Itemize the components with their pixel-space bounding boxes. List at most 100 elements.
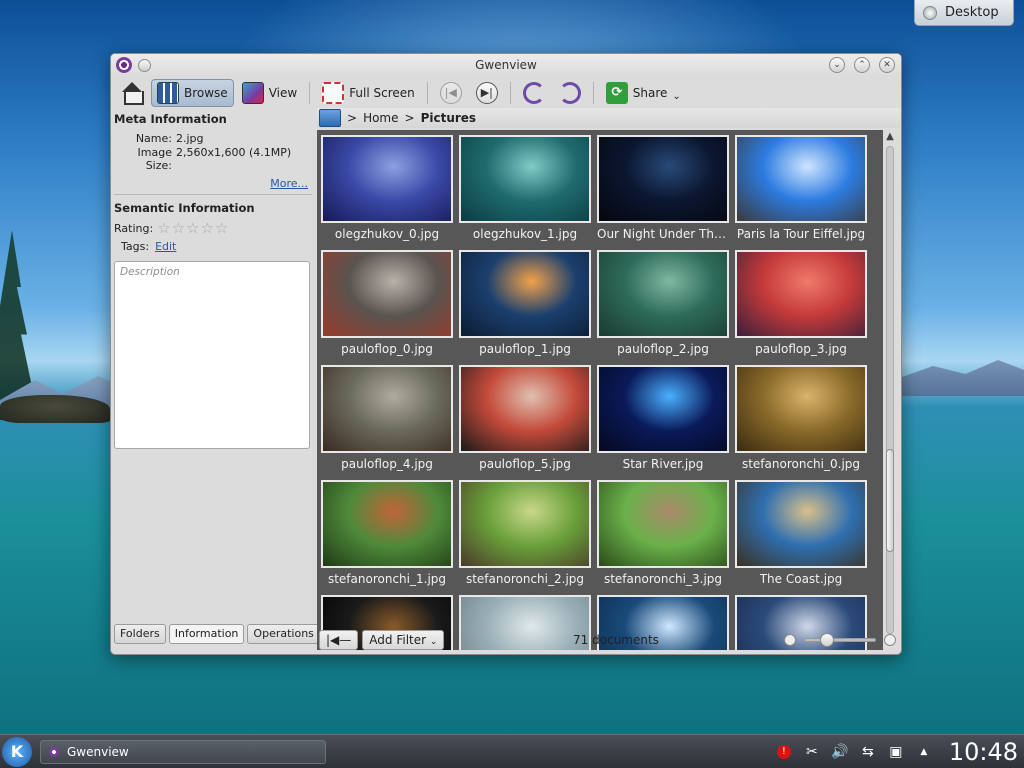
- thumbnail-image[interactable]: [459, 365, 591, 453]
- thumbnail-item[interactable]: stefanoronchi_1.jpg: [321, 480, 453, 595]
- network-icon[interactable]: ⇆: [859, 743, 877, 761]
- toolbar-separator: [426, 82, 428, 104]
- task-gwenview[interactable]: Gwenview: [40, 739, 326, 764]
- thumbnail-item[interactable]: stefanoronchi_3.jpg: [597, 480, 729, 595]
- thumbnail-caption: pauloflop_5.jpg: [479, 457, 571, 471]
- klipper-icon[interactable]: ✂: [803, 743, 821, 761]
- thumbnail-image[interactable]: [735, 135, 867, 223]
- view-icon: [241, 82, 264, 104]
- thumbnail-image[interactable]: [597, 365, 729, 453]
- rating-star-icon[interactable]: ☆: [172, 221, 185, 236]
- tab-operations[interactable]: Operations: [247, 624, 320, 644]
- scroll-track[interactable]: [886, 146, 894, 634]
- thumbnail-picture: [323, 137, 451, 221]
- breadcrumb: > Home > Pictures: [317, 108, 901, 128]
- device-notifier-icon[interactable]: ▣: [887, 743, 905, 761]
- thumbnail-item[interactable]: pauloflop_1.jpg: [459, 250, 591, 365]
- thumbnail-image[interactable]: [321, 135, 453, 223]
- thumbnail-image[interactable]: [321, 480, 453, 568]
- vertical-scrollbar[interactable]: ▲ ▼: [883, 130, 897, 650]
- thumbnail-image[interactable]: [597, 135, 729, 223]
- volume-icon[interactable]: 🔊: [831, 743, 849, 761]
- scroll-thumb[interactable]: [886, 449, 894, 552]
- rating-star-icon[interactable]: ☆: [215, 221, 228, 236]
- thumbnail-picture: [737, 367, 865, 451]
- thumbnail-picture: [323, 482, 451, 566]
- thumbnail-image[interactable]: [735, 250, 867, 338]
- semantic-info-heading: Semantic Information: [114, 201, 255, 215]
- more-link[interactable]: More...: [114, 177, 308, 190]
- thumbnail-caption: pauloflop_1.jpg: [479, 342, 571, 356]
- tab-folders[interactable]: Folders: [114, 624, 166, 644]
- rating-stars[interactable]: ☆ ☆ ☆ ☆ ☆: [157, 221, 228, 236]
- zoom-in-icon[interactable]: [884, 634, 896, 646]
- kickoff-menu-icon[interactable]: K: [2, 736, 32, 767]
- toggle-sidebar-button[interactable]: |◀—: [319, 630, 359, 650]
- thumbnail-item[interactable]: stefanoronchi_2.jpg: [459, 480, 591, 595]
- gwenview-app-icon[interactable]: [116, 57, 132, 73]
- rotate-right-button[interactable]: [553, 79, 587, 107]
- thumbnail-item[interactable]: Our Night Under The...: [597, 135, 729, 250]
- tab-information[interactable]: Information: [168, 624, 245, 644]
- zoom-slider-handle[interactable]: [820, 633, 834, 647]
- desktop-label: Desktop: [945, 5, 999, 20]
- thumbnail-item[interactable]: Paris la Tour Eiffel.jpg: [735, 135, 867, 250]
- thumbnail-image[interactable]: [735, 480, 867, 568]
- desktop-activity-button[interactable]: Desktop: [914, 0, 1014, 26]
- thumbnail-image[interactable]: [459, 480, 591, 568]
- breadcrumb-home[interactable]: Home: [363, 111, 398, 125]
- tray-expand-icon[interactable]: ▲: [915, 743, 933, 761]
- rotate-left-button[interactable]: [517, 79, 551, 107]
- thumbnail-view[interactable]: olegzhukov_0.jpg olegzhukov_1.jpg Our Nigh…: [317, 130, 883, 650]
- thumbnail-item[interactable]: stefanoronchi_0.jpg: [735, 365, 867, 480]
- thumbnail-picture: [737, 137, 865, 221]
- status-bar: |◀— Add Filter ⌄ 71 documents: [317, 628, 901, 652]
- thumbnail-item[interactable]: pauloflop_3.jpg: [735, 250, 867, 365]
- tags-edit-link[interactable]: Edit: [155, 240, 176, 253]
- minimize-button[interactable]: ⌄: [829, 57, 845, 73]
- rotate-right-icon: [558, 82, 581, 104]
- thumbnail-item[interactable]: The Coast.jpg: [735, 480, 867, 595]
- notification-icon[interactable]: !: [775, 743, 793, 761]
- clock[interactable]: 10:48: [949, 738, 1018, 766]
- thumbnail-image[interactable]: [321, 250, 453, 338]
- thumbnail-picture: [599, 252, 727, 336]
- folder-icon[interactable]: [319, 109, 341, 127]
- fullscreen-button[interactable]: Full Screen: [316, 79, 421, 107]
- thumbnail-item[interactable]: pauloflop_4.jpg: [321, 365, 453, 480]
- description-textarea[interactable]: Description: [114, 261, 310, 449]
- thumbnail-item[interactable]: olegzhukov_0.jpg: [321, 135, 453, 250]
- browse-button[interactable]: Browse: [151, 79, 234, 107]
- thumbnail-item[interactable]: pauloflop_0.jpg: [321, 250, 453, 365]
- thumbnail-item[interactable]: pauloflop_2.jpg: [597, 250, 729, 365]
- thumbnail-image[interactable]: [459, 250, 591, 338]
- rating-star-icon[interactable]: ☆: [201, 221, 214, 236]
- thumbnail-image[interactable]: [597, 480, 729, 568]
- thumbnail-item[interactable]: Star River.jpg: [597, 365, 729, 480]
- meta-name-value: 2.jpg: [176, 132, 204, 145]
- zoom-out-icon[interactable]: [784, 634, 796, 646]
- rating-star-icon[interactable]: ☆: [186, 221, 199, 236]
- rating-star-icon[interactable]: ☆: [157, 221, 170, 236]
- title-bar[interactable]: Gwenview ⌄ ⌃ ✕: [111, 54, 901, 76]
- share-dropdown-icon: ⌄: [672, 90, 681, 102]
- add-filter-button[interactable]: Add Filter ⌄: [362, 630, 445, 650]
- thumbnail-image[interactable]: [597, 250, 729, 338]
- pin-icon[interactable]: [138, 58, 151, 72]
- close-button[interactable]: ✕: [879, 57, 895, 73]
- share-button[interactable]: ⟳ Share ⌄: [600, 79, 687, 107]
- thumbnail-image[interactable]: [459, 135, 591, 223]
- scroll-up-icon[interactable]: ▲: [883, 130, 897, 144]
- previous-button[interactable]: |◀: [434, 79, 468, 107]
- thumbnail-image[interactable]: [321, 365, 453, 453]
- thumbnail-item[interactable]: pauloflop_5.jpg: [459, 365, 591, 480]
- tags-row: Tags: Edit: [121, 240, 312, 253]
- breadcrumb-current[interactable]: Pictures: [421, 111, 477, 125]
- maximize-button[interactable]: ⌃: [854, 57, 870, 73]
- thumbnail-item[interactable]: olegzhukov_1.jpg: [459, 135, 591, 250]
- view-button[interactable]: View: [236, 79, 303, 107]
- thumbnail-image[interactable]: [735, 365, 867, 453]
- zoom-slider[interactable]: [804, 633, 876, 647]
- next-button[interactable]: ▶|: [470, 79, 504, 107]
- home-button[interactable]: [115, 79, 149, 107]
